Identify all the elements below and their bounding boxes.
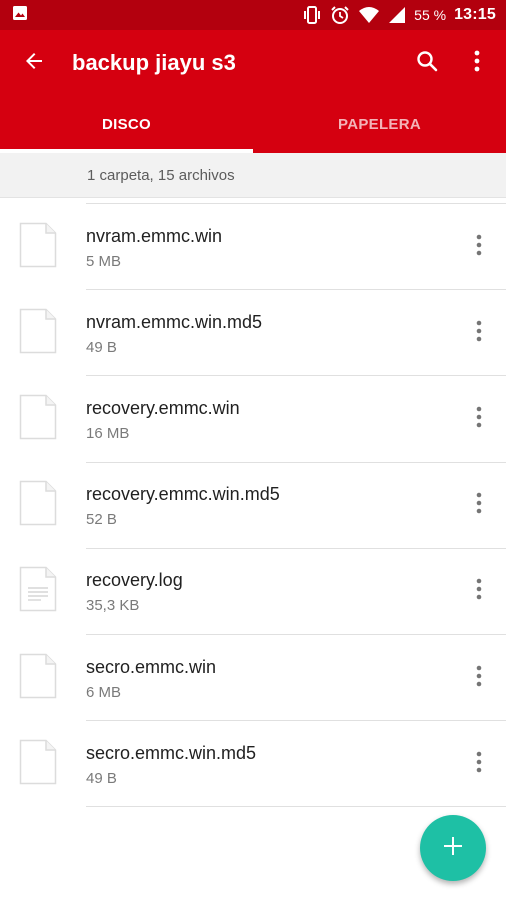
file-icon bbox=[19, 653, 57, 704]
tab-bar: DISCO PAPELERA bbox=[0, 96, 506, 153]
file-size: 5 MB bbox=[86, 252, 122, 270]
file-name: recovery.emmc.win.md5 bbox=[86, 484, 280, 505]
folder-summary: 1 carpeta, 15 archivos bbox=[0, 153, 506, 198]
image-icon bbox=[12, 5, 28, 26]
back-button[interactable] bbox=[0, 30, 68, 96]
more-vert-icon bbox=[476, 406, 482, 433]
file-row[interactable]: secro.emmc.win 6 MB bbox=[0, 635, 506, 722]
search-button[interactable] bbox=[402, 30, 452, 96]
file-options-button[interactable] bbox=[452, 303, 506, 363]
file-name: secro.emmc.win bbox=[86, 656, 217, 677]
file-row[interactable]: recovery.log 35,3 KB bbox=[0, 549, 506, 636]
file-icon bbox=[19, 480, 57, 531]
file-icon bbox=[19, 308, 57, 359]
app-bar: backup jiayu s3 bbox=[0, 30, 506, 96]
more-vert-icon bbox=[476, 492, 482, 519]
file-row[interactable]: nvram.emmc.win 5 MB bbox=[0, 204, 506, 291]
add-button[interactable] bbox=[420, 815, 486, 881]
file-info: recovery.emmc.win.md5 52 B bbox=[86, 483, 452, 528]
file-row[interactable]: secro.emmc.win.md5 49 B bbox=[0, 721, 506, 808]
more-vert-icon bbox=[476, 578, 482, 605]
more-options-button[interactable] bbox=[452, 30, 502, 96]
more-vert-icon bbox=[476, 234, 482, 261]
file-icon bbox=[19, 222, 57, 273]
file-icon bbox=[19, 739, 57, 790]
arrow-left-icon bbox=[22, 49, 46, 78]
file-info: secro.emmc.win.md5 49 B bbox=[86, 742, 452, 787]
file-size: 49 B bbox=[86, 338, 117, 356]
search-icon bbox=[415, 49, 439, 78]
tab-papelera[interactable]: PAPELERA bbox=[253, 96, 506, 153]
page-title: backup jiayu s3 bbox=[72, 50, 236, 75]
file-name: recovery.log bbox=[86, 570, 183, 591]
battery-label: 55 % bbox=[414, 7, 447, 23]
file-options-button[interactable] bbox=[452, 389, 506, 449]
file-info: nvram.emmc.win 5 MB bbox=[86, 225, 452, 270]
file-size: 49 B bbox=[86, 769, 117, 787]
file-info: recovery.emmc.win 16 MB bbox=[86, 397, 452, 442]
file-info: secro.emmc.win 6 MB bbox=[86, 656, 452, 701]
file-size: 6 MB bbox=[86, 683, 122, 701]
vibrate-icon bbox=[302, 6, 322, 24]
file-name: nvram.emmc.win bbox=[86, 225, 223, 246]
file-size: 52 B bbox=[86, 511, 117, 529]
file-options-button[interactable] bbox=[452, 734, 506, 794]
file-row[interactable]: recovery.emmc.win 16 MB bbox=[0, 376, 506, 463]
plus-icon bbox=[442, 835, 464, 862]
more-vert-icon bbox=[476, 751, 482, 778]
file-size: 16 MB bbox=[86, 424, 130, 442]
file-options-button[interactable] bbox=[452, 562, 506, 622]
file-info: nvram.emmc.win.md5 49 B bbox=[86, 311, 452, 356]
file-name: secro.emmc.win.md5 bbox=[86, 742, 257, 763]
file-info: recovery.log 35,3 KB bbox=[86, 569, 452, 614]
file-name: nvram.emmc.win.md5 bbox=[86, 311, 263, 332]
tab-disco[interactable]: DISCO bbox=[0, 96, 253, 153]
file-size: 35,3 KB bbox=[86, 597, 140, 615]
file-row[interactable]: recovery.emmc.win.md5 52 B bbox=[0, 463, 506, 549]
file-list[interactable]: nvram.emmc.win 5 MB nvram.emmc.win.md5 49 B… bbox=[0, 198, 506, 808]
file-options-button[interactable] bbox=[452, 476, 506, 536]
file-options-button[interactable] bbox=[452, 648, 506, 708]
file-options-button[interactable] bbox=[452, 217, 506, 277]
signal-icon bbox=[388, 6, 406, 24]
more-vert-icon bbox=[476, 320, 482, 347]
summary-text: 1 carpeta, 15 archivos bbox=[87, 166, 235, 184]
text-file-icon bbox=[19, 566, 57, 617]
alarm-icon bbox=[330, 5, 350, 25]
wifi-icon bbox=[358, 6, 380, 24]
more-vert-icon bbox=[476, 665, 482, 692]
more-vert-icon bbox=[474, 50, 480, 77]
clock: 13:15 bbox=[454, 6, 496, 23]
status-bar: 55 % 13:15 bbox=[0, 0, 506, 30]
file-row[interactable]: nvram.emmc.win.md5 49 B bbox=[0, 290, 506, 377]
file-icon bbox=[19, 394, 57, 445]
file-name: recovery.emmc.win bbox=[86, 397, 240, 418]
